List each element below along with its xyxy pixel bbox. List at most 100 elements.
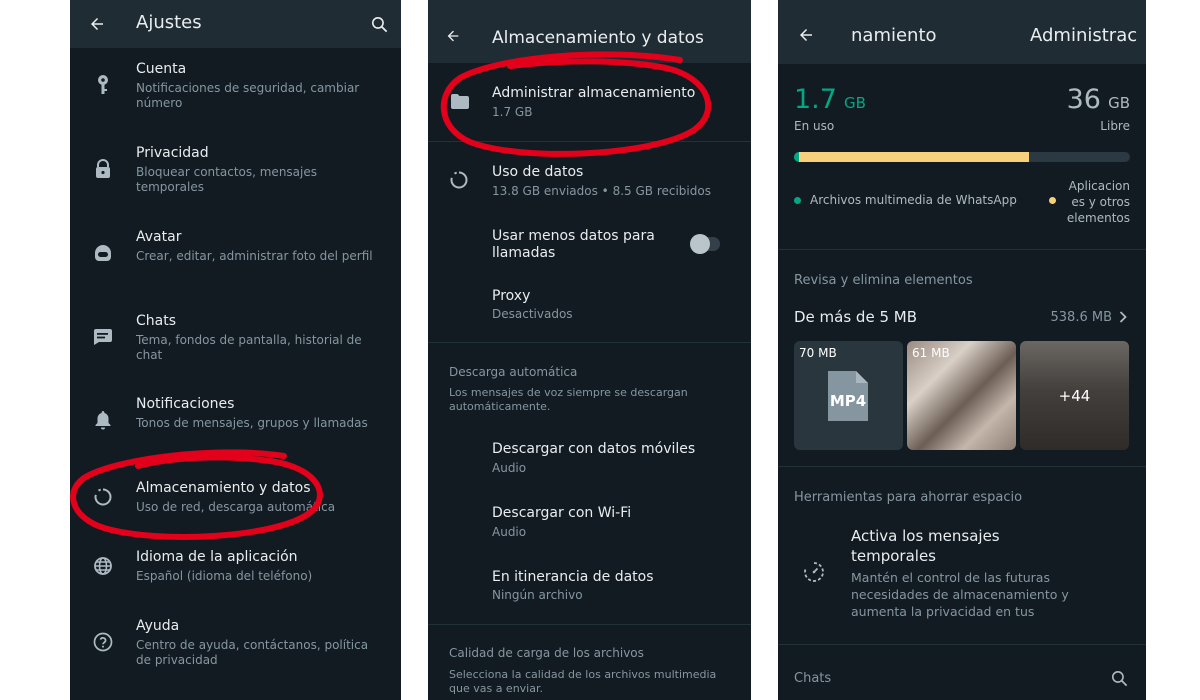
settings-item-desc: Uso de red, descarga automática xyxy=(136,500,336,514)
download-mobile-item[interactable]: Descargar con datos móviles Audio xyxy=(428,432,751,482)
data-circle-icon xyxy=(448,169,470,191)
back-arrow-icon[interactable] xyxy=(794,23,818,47)
roaming-label: En itinerancia de datos xyxy=(492,569,654,585)
chevron-right-icon xyxy=(1116,309,1130,325)
file-type-badge: MP4 xyxy=(829,392,867,410)
manage-header: namiento Administrac xyxy=(778,0,1146,64)
timer-icon xyxy=(802,560,826,584)
less-data-item[interactable]: Usar menos datos para llamadas xyxy=(428,220,751,270)
tool-desc: Mantén el control de las futuras necesid… xyxy=(851,570,1069,619)
search-icon[interactable] xyxy=(1107,666,1131,690)
more-files-count: +44 xyxy=(1058,387,1091,405)
file-thumbnail-more[interactable]: +44 xyxy=(1020,341,1129,450)
help-icon xyxy=(90,629,116,655)
settings-item-cuenta[interactable]: Cuenta Notificaciones de seguridad, camb… xyxy=(70,61,401,141)
settings-item-privacidad[interactable]: Privacidad Bloquear contactos, mensajes … xyxy=(70,145,401,225)
back-arrow-icon[interactable] xyxy=(441,24,465,48)
settings-item-label: Chats xyxy=(136,313,177,329)
settings-header: Ajustes xyxy=(70,0,401,48)
settings-item-desc: Español (idioma del teléfono) xyxy=(136,569,313,583)
used-label: En uso xyxy=(794,119,835,133)
data-circle-icon xyxy=(90,484,116,510)
download-wifi-value: Audio xyxy=(492,525,527,539)
less-data-toggle[interactable] xyxy=(690,234,720,254)
roaming-value: Ningún archivo xyxy=(492,588,583,602)
data-usage-label: Uso de datos xyxy=(492,164,584,180)
download-mobile-value: Audio xyxy=(492,461,527,475)
manage-storage-panel: namiento Administrac 1.7 GB En uso 36 GB… xyxy=(778,0,1146,700)
download-wifi-item[interactable]: Descargar con Wi-Fi Audio xyxy=(428,496,751,546)
page-title: Ajustes xyxy=(136,12,202,33)
file-size-label: 61 MB xyxy=(912,346,950,360)
settings-item-almacenamiento[interactable]: Almacenamiento y datos Uso de red, desca… xyxy=(70,480,401,560)
tool-title: Activa los mensajes temporales xyxy=(851,527,1000,565)
divider xyxy=(428,342,751,343)
download-wifi-label: Descargar con Wi-Fi xyxy=(492,505,632,521)
free-amount: 36 GB xyxy=(1067,84,1130,115)
data-usage-item[interactable]: Uso de datos 13.8 GB enviados • 8.5 GB r… xyxy=(428,142,751,206)
tools-header: Herramientas para ahorrar espacio xyxy=(794,490,1023,505)
large-files-row[interactable]: De más de 5 MB 538.6 MB xyxy=(794,308,1130,330)
review-header: Revisa y elimina elementos xyxy=(794,273,973,288)
used-value: 1.7 xyxy=(794,84,837,115)
divider xyxy=(778,644,1146,645)
apps-usage-segment xyxy=(799,152,1030,162)
apps-legend-dot xyxy=(1049,197,1056,204)
download-mobile-label: Descargar con datos móviles xyxy=(492,441,696,457)
apps-legend-label: Aplicaciones y otros elementos xyxy=(1066,179,1130,225)
quality-note: Selecciona la calidad de los archivos mu… xyxy=(449,668,717,695)
settings-item-chats[interactable]: Chats Tema, fondos de pantalla, historia… xyxy=(70,313,401,393)
settings-item-label: Idioma de la aplicación xyxy=(136,549,298,565)
settings-item-label: Avatar xyxy=(136,229,182,245)
file-thumbnail-photo[interactable]: 61 MB xyxy=(907,341,1016,450)
storage-panel: Almacenamiento y datos Administrar almac… xyxy=(428,0,751,700)
quality-header: Calidad de carga de los archivos xyxy=(449,646,644,660)
chats-section-label: Chats xyxy=(794,671,832,686)
less-data-label: Usar menos datos para llamadas xyxy=(492,228,655,261)
manage-storage-value: 1.7 GB xyxy=(492,105,533,119)
disappearing-messages-tool[interactable]: Activa los mensajes temporales Mantén el… xyxy=(778,522,1146,626)
settings-item-desc: Bloquear contactos, mensajes temporales xyxy=(136,165,317,194)
divider xyxy=(428,624,751,625)
search-icon[interactable] xyxy=(366,11,392,37)
used-unit: GB xyxy=(844,94,866,112)
mp4-file-icon: MP4 xyxy=(828,371,868,421)
roaming-item[interactable]: En itinerancia de datos Ningún archivo xyxy=(428,560,751,610)
free-unit: GB xyxy=(1108,94,1130,112)
autodownload-note: Los mensajes de voz siempre se descargan… xyxy=(449,386,688,413)
settings-item-desc: Tonos de mensajes, grupos y llamadas xyxy=(136,416,368,430)
autodownload-header: Descarga automática xyxy=(449,365,578,379)
storage-header: Almacenamiento y datos xyxy=(428,0,751,63)
back-arrow-icon[interactable] xyxy=(84,11,110,37)
proxy-item[interactable]: Proxy Desactivados xyxy=(428,280,751,330)
settings-item-label: Cuenta xyxy=(136,61,187,77)
free-label: Libre xyxy=(1100,119,1130,133)
settings-item-desc: Centro de ayuda, contáctanos, política d… xyxy=(136,638,369,667)
settings-item-label: Privacidad xyxy=(136,145,209,161)
page-title: Almacenamiento y datos xyxy=(492,28,704,48)
free-value: 36 xyxy=(1066,84,1101,115)
large-files-size: 538.6 MB xyxy=(1050,310,1112,325)
bell-icon xyxy=(90,407,116,433)
settings-item-ayuda[interactable]: Ayuda Centro de ayuda, contáctanos, polí… xyxy=(70,618,401,698)
settings-item-idioma[interactable]: Idioma de la aplicación Español (idioma … xyxy=(70,549,401,629)
title-left-fragment: namiento xyxy=(851,25,937,46)
settings-item-notificaciones[interactable]: Notificaciones Tonos de mensajes, grupos… xyxy=(70,396,401,476)
chat-icon xyxy=(90,324,116,350)
file-thumbnail-video[interactable]: 70 MB MP4 xyxy=(794,341,903,450)
manage-storage-item[interactable]: Administrar almacenamiento 1.7 GB xyxy=(428,63,751,141)
folder-icon xyxy=(449,90,471,112)
settings-item-avatar[interactable]: Avatar Crear, editar, administrar foto d… xyxy=(70,229,401,309)
proxy-value: Desactivados xyxy=(492,307,573,321)
page-title: Administrac xyxy=(1030,25,1138,46)
whatsapp-legend-label: Archivos multimedia de WhatsApp xyxy=(810,193,1017,207)
file-size-label: 70 MB xyxy=(799,346,837,360)
large-files-label: De más de 5 MB xyxy=(794,308,917,326)
manage-storage-label: Administrar almacenamiento xyxy=(492,85,696,101)
key-icon xyxy=(90,72,116,98)
whatsapp-legend-dot xyxy=(794,197,801,204)
settings-item-desc: Notificaciones de seguridad, cambiar núm… xyxy=(136,81,360,110)
globe-icon xyxy=(90,553,116,579)
toggle-knob xyxy=(690,234,710,254)
settings-item-label: Almacenamiento y datos xyxy=(136,480,311,496)
